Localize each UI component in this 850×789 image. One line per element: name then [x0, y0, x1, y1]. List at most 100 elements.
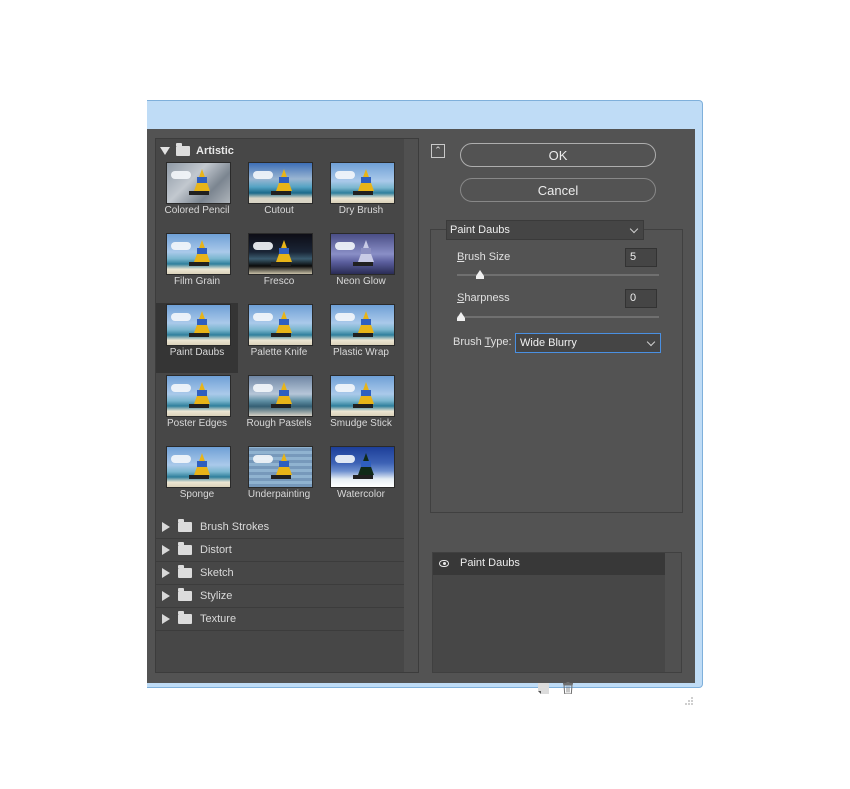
filter-preview-image: [166, 233, 231, 275]
filter-name: Underpainting: [247, 489, 311, 500]
trash-icon[interactable]: [563, 682, 573, 694]
brush-type-value: Wide Blurry: [520, 337, 577, 349]
filter-settings-panel: [430, 229, 683, 513]
filter-preview-image: [330, 446, 395, 488]
category-label: Stylize: [200, 590, 233, 602]
gallery-scrollbar[interactable]: [404, 139, 418, 672]
filter-preview-image: [330, 375, 395, 417]
filter-preview-image: [166, 304, 231, 346]
effect-layer-row[interactable]: Paint Daubs: [433, 553, 665, 575]
cancel-button[interactable]: Cancel: [460, 178, 656, 202]
filter-thumbnail-item[interactable]: Sponge: [156, 445, 238, 515]
collapsed-triangle-icon: [162, 591, 170, 601]
filter-thumbnail-item[interactable]: Fresco: [238, 232, 320, 302]
filter-name: Smudge Stick: [330, 418, 392, 429]
chevron-down-icon: [646, 337, 656, 347]
effect-layers-panel: Paint Daubs: [432, 552, 682, 673]
brush-type-label: Brush Type:: [453, 336, 512, 348]
resize-grip-icon[interactable]: [685, 697, 693, 705]
brush-type-select[interactable]: Wide Blurry: [515, 333, 661, 353]
brush-size-input[interactable]: 5: [625, 248, 657, 267]
filter-name: Rough Pastels: [246, 418, 312, 429]
category-row[interactable]: Stylize: [156, 585, 404, 608]
filter-name: Fresco: [263, 276, 295, 287]
filter-gallery-panel: Artistic Colored Pencil Cutout Dry Brush Fi…: [155, 138, 419, 673]
filter-preview-image: [248, 375, 313, 417]
layers-empty-area: [433, 575, 665, 672]
filter-thumbnail-item[interactable]: Underpainting: [238, 445, 320, 515]
filter-thumbnail-item[interactable]: Rough Pastels: [238, 374, 320, 444]
filter-preview-image: [330, 162, 395, 204]
category-label: Distort: [200, 544, 232, 556]
sharpness-slider[interactable]: [457, 316, 659, 318]
filter-thumbnail-item[interactable]: Film Grain: [156, 232, 238, 302]
filter-thumbnail-item[interactable]: Dry Brush: [320, 161, 402, 231]
folder-icon: [178, 588, 192, 601]
filter-thumbnail-item[interactable]: Watercolor: [320, 445, 402, 515]
filter-thumbnail-item[interactable]: Paint Daubs: [156, 303, 238, 373]
filter-name: Dry Brush: [338, 205, 384, 216]
ok-button[interactable]: OK: [460, 143, 656, 167]
filter-name: Neon Glow: [336, 276, 386, 287]
category-label: Artistic: [196, 145, 234, 157]
category-row[interactable]: Texture: [156, 608, 404, 631]
sharpness-slider-thumb[interactable]: [457, 312, 465, 321]
filter-preview-image: [330, 304, 395, 346]
filter-select[interactable]: Paint Daubs: [446, 220, 644, 240]
filter-thumbnail-item[interactable]: Colored Pencil: [156, 161, 238, 231]
layers-scrollbar[interactable]: [665, 553, 681, 672]
collapse-gallery-icon[interactable]: ⌃: [431, 144, 445, 158]
category-list: Brush Strokes Distort Sketch Stylize Texture: [156, 516, 404, 631]
filter-preview-image: [248, 162, 313, 204]
brush-size-slider[interactable]: [457, 274, 659, 276]
category-row[interactable]: Distort: [156, 539, 404, 562]
filter-name: Cutout: [264, 205, 294, 216]
filter-preview-image: [166, 162, 231, 204]
folder-icon: [176, 143, 190, 156]
filter-preview-image: [166, 375, 231, 417]
collapsed-triangle-icon: [162, 545, 170, 555]
expanded-triangle-icon: [160, 147, 170, 155]
collapsed-triangle-icon: [162, 522, 170, 532]
filter-thumbnail-item[interactable]: Neon Glow: [320, 232, 402, 302]
filter-thumbnail-item[interactable]: Palette Knife: [238, 303, 320, 373]
category-label: Brush Strokes: [200, 521, 270, 533]
collapsed-triangle-icon: [162, 568, 170, 578]
filter-name: Palette Knife: [250, 347, 308, 358]
eye-icon[interactable]: [439, 560, 449, 567]
filter-name: Watercolor: [337, 489, 385, 500]
folder-icon: [178, 611, 192, 624]
dialog-client-area: Artistic Colored Pencil Cutout Dry Brush Fi…: [147, 129, 695, 705]
filter-gallery-window: Artistic Colored Pencil Cutout Dry Brush Fi…: [147, 100, 703, 705]
filter-thumbnail-item[interactable]: Plastic Wrap: [320, 303, 402, 373]
category-row[interactable]: Sketch: [156, 562, 404, 585]
filter-select-value: Paint Daubs: [450, 224, 510, 236]
filter-name: Sponge: [179, 489, 215, 500]
effect-layer-name: Paint Daubs: [460, 557, 520, 569]
filter-thumbnail-item[interactable]: Cutout: [238, 161, 320, 231]
filter-preview-image: [248, 233, 313, 275]
filter-preview-image: [248, 304, 313, 346]
filter-name: Plastic Wrap: [333, 347, 389, 358]
filter-name: Film Grain: [173, 276, 221, 287]
filter-thumbnail-item[interactable]: Poster Edges: [156, 374, 238, 444]
collapsed-triangle-icon: [162, 614, 170, 624]
filter-thumbnail-item[interactable]: Smudge Stick: [320, 374, 402, 444]
sharpness-label: Sharpness: [457, 292, 510, 304]
category-artistic[interactable]: Artistic: [160, 142, 234, 160]
category-label: Sketch: [200, 567, 234, 579]
folder-icon: [178, 542, 192, 555]
folder-icon: [178, 565, 192, 578]
filter-name: Paint Daubs: [169, 347, 225, 358]
category-label: Texture: [200, 613, 237, 625]
filter-preview-image: [248, 446, 313, 488]
sharpness-input[interactable]: 0: [625, 289, 657, 308]
folder-icon: [178, 519, 192, 532]
filter-preview-image: [330, 233, 395, 275]
category-row[interactable]: Brush Strokes: [156, 516, 404, 539]
brush-size-slider-thumb[interactable]: [476, 270, 485, 279]
filter-preview-image: [166, 446, 231, 488]
brush-size-label: Brush Size: [457, 251, 511, 263]
chevron-down-icon: [629, 224, 639, 234]
new-effect-layer-icon[interactable]: [538, 683, 549, 694]
